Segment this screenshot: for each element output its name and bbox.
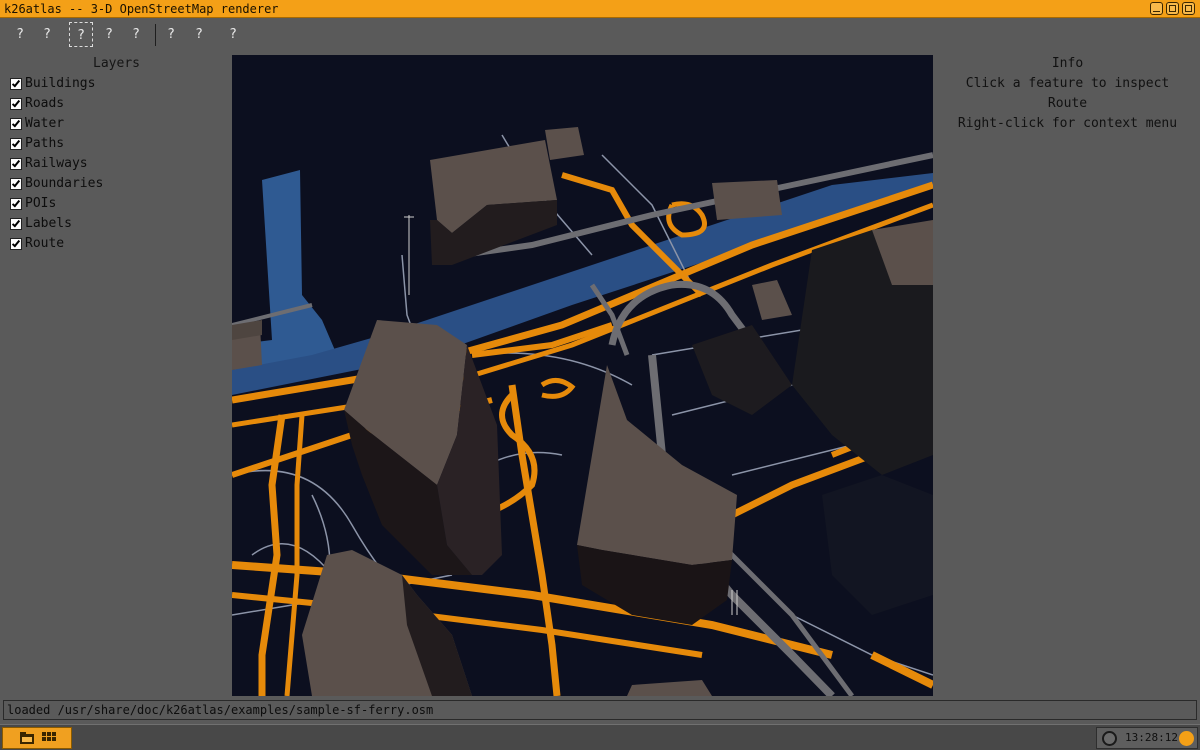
checkbox[interactable]: [10, 118, 22, 130]
checkbox[interactable]: [10, 238, 22, 250]
folder-icon: [20, 732, 34, 744]
unknown-icon: ?: [16, 27, 24, 42]
layer-label: Route: [25, 236, 65, 251]
map-render[interactable]: [232, 55, 933, 696]
checkbox[interactable]: [10, 78, 22, 90]
toolbar-separator: [155, 24, 156, 46]
checkbox[interactable]: [10, 178, 22, 190]
layer-label: Labels: [25, 216, 72, 231]
check-icon: [11, 198, 21, 208]
maximize-button[interactable]: [1166, 2, 1179, 15]
layer-label: Water: [25, 116, 65, 131]
checkbox[interactable]: [10, 198, 22, 210]
tool-button-3[interactable]: ?: [69, 22, 93, 47]
building: [712, 180, 782, 220]
minimize-icon: [1153, 11, 1160, 12]
tool-button-1[interactable]: ?: [8, 22, 32, 47]
layers-panel: Layers Buildings Roads Water Paths Railw…: [4, 56, 229, 251]
tool-button-2[interactable]: ?: [35, 22, 59, 47]
check-icon: [11, 98, 21, 108]
status-bar: loaded /usr/share/doc/k26atlas/examples/…: [3, 700, 1197, 720]
layer-label: POIs: [25, 196, 57, 211]
layer-label: Roads: [25, 96, 65, 111]
unknown-icon: ?: [105, 27, 113, 42]
check-icon: [11, 138, 21, 148]
checkbox[interactable]: [10, 138, 22, 150]
close-icon: [1185, 5, 1192, 12]
layer-label: Railways: [25, 156, 88, 171]
close-button[interactable]: [1182, 2, 1195, 15]
building: [545, 127, 584, 160]
checkbox[interactable]: [10, 98, 22, 110]
clock-icon[interactable]: [1102, 731, 1117, 746]
toolbar: ? ? ? ? ? ? ? ?: [0, 19, 1200, 50]
layer-label: Buildings: [25, 76, 96, 91]
map-viewport[interactable]: [232, 55, 933, 696]
start-button[interactable]: [2, 727, 72, 749]
tool-button-7[interactable]: ?: [187, 22, 211, 47]
layers-title: Layers: [93, 56, 140, 71]
minimize-button[interactable]: [1150, 2, 1163, 15]
system-tray: 13:28:12: [1096, 727, 1198, 749]
window-title: k26atlas -- 3-D OpenStreetMap renderer: [4, 2, 279, 16]
tool-button-4[interactable]: ?: [97, 22, 121, 47]
check-icon: [11, 238, 21, 248]
unknown-icon: ?: [77, 28, 85, 43]
grid-icon: [42, 732, 56, 741]
checkbox[interactable]: [10, 218, 22, 230]
check-icon: [11, 158, 21, 168]
unknown-icon: ?: [132, 27, 140, 42]
unknown-icon: ?: [43, 27, 51, 42]
clock: 13:28:12: [1125, 731, 1178, 744]
check-icon: [11, 178, 21, 188]
info-title: Info: [1051, 56, 1084, 71]
status-text: loaded /usr/share/doc/k26atlas/examples/…: [7, 703, 434, 717]
check-icon: [11, 118, 21, 128]
layer-label: Boundaries: [25, 176, 104, 191]
unknown-icon: ?: [195, 27, 203, 42]
power-icon[interactable]: [1179, 731, 1194, 746]
tool-button-5[interactable]: ?: [124, 22, 148, 47]
unknown-icon: ?: [167, 27, 175, 42]
checkbox[interactable]: [10, 158, 22, 170]
unknown-icon: ?: [229, 27, 237, 42]
check-icon: [11, 78, 21, 88]
check-icon: [11, 218, 21, 228]
info-route: Route: [1047, 96, 1088, 111]
taskbar: 13:28:12: [0, 724, 1200, 750]
layer-label: Paths: [25, 136, 65, 151]
title-bar: k26atlas -- 3-D OpenStreetMap renderer: [0, 0, 1200, 18]
info-context-hint: Right-click for context menu: [957, 116, 1178, 131]
tool-button-8[interactable]: ?: [221, 22, 245, 47]
maximize-icon: [1169, 5, 1176, 12]
tool-button-6[interactable]: ?: [159, 22, 183, 47]
info-hint: Click a feature to inspect: [965, 76, 1170, 91]
